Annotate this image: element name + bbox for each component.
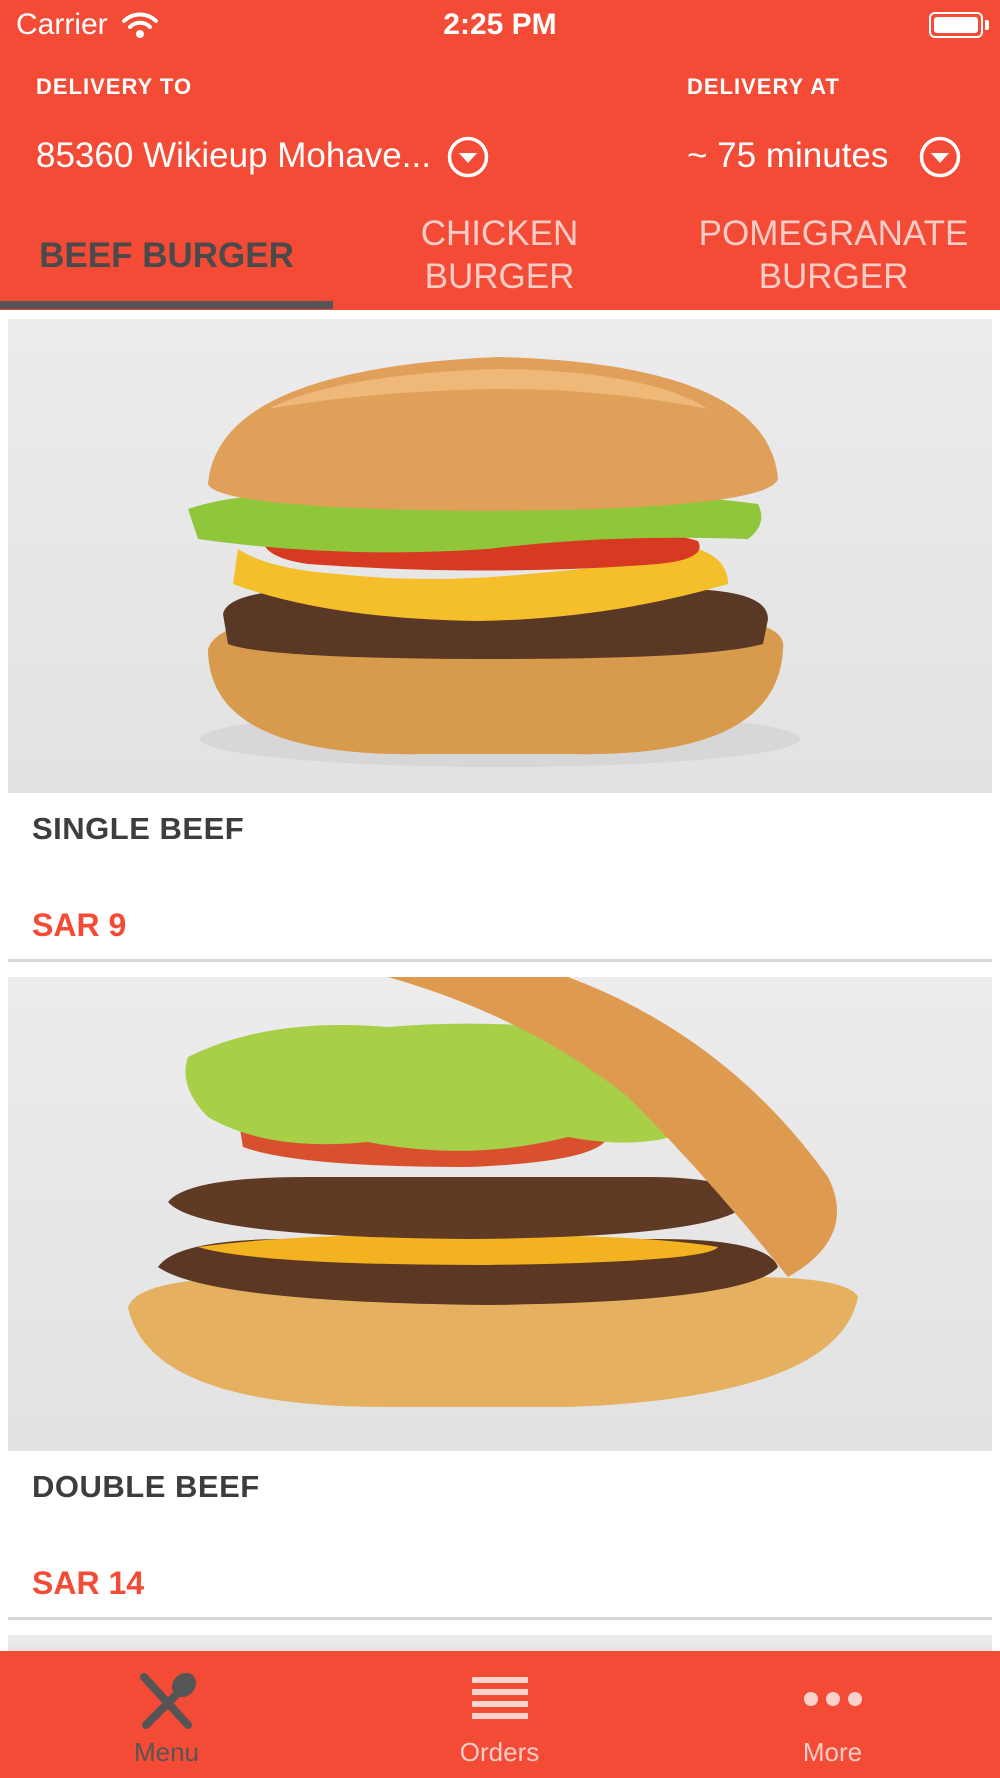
menu-item-price: SAR 9 <box>32 907 127 943</box>
delivery-at-label: DELIVERY AT <box>687 74 840 99</box>
tab-beef-burger[interactable]: BEEF BURGER <box>0 205 333 305</box>
status-time: 2:25 PM <box>443 8 557 41</box>
tabbar-item-orders[interactable]: Orders <box>333 1651 666 1778</box>
item-divider <box>8 1617 992 1620</box>
battery-icon <box>929 12 983 38</box>
tabbar-label-more: More <box>802 1737 863 1767</box>
double-beef-image <box>8 977 992 1451</box>
delivery-time[interactable]: ~ 75 minutes <box>687 136 888 176</box>
more-dots-icon <box>804 1692 862 1706</box>
fork-spoon-icon <box>140 1672 197 1729</box>
menu-item-title: DOUBLE BEEF <box>32 1469 260 1504</box>
menu-item-title: SINGLE BEEF <box>32 811 245 846</box>
address-dropdown-icon[interactable] <box>446 135 490 179</box>
tabbar-label-orders: Orders <box>459 1737 540 1767</box>
active-tab-indicator <box>0 301 333 309</box>
list-icon <box>472 1677 528 1719</box>
time-dropdown-icon[interactable] <box>918 135 962 179</box>
battery-cap <box>985 20 989 30</box>
app-screen: Carrier 2:25 PM DELIVERY TO 85360 Wikieu… <box>0 0 1000 1778</box>
menu-item-double-beef[interactable]: DOUBLE BEEF SAR 14 <box>8 977 992 1637</box>
bottom-tab-bar: Menu Orders More <box>0 1651 1000 1778</box>
single-beef-image <box>8 319 992 793</box>
header: Carrier 2:25 PM DELIVERY TO 85360 Wikieu… <box>0 0 1000 310</box>
category-tabs: BEEF BURGER CHICKEN BURGER POMEGRANATE B… <box>0 205 1000 310</box>
tab-chicken-burger[interactable]: CHICKEN BURGER <box>333 205 666 305</box>
item-divider <box>8 959 992 962</box>
tabbar-item-menu[interactable]: Menu <box>0 1651 333 1778</box>
status-bar: Carrier 2:25 PM <box>0 0 1000 52</box>
tabbar-item-more[interactable]: More <box>666 1651 999 1778</box>
delivery-address[interactable]: 85360 Wikieup Mohave... <box>36 136 431 176</box>
tab-pomegranate-burger[interactable]: POMEGRANATE BURGER <box>667 205 1000 305</box>
menu-item-price: SAR 14 <box>32 1565 145 1601</box>
delivery-to-label: DELIVERY TO <box>36 74 193 99</box>
menu-item-single-beef[interactable]: SINGLE BEEF SAR 9 <box>8 319 992 979</box>
tabbar-label-menu: Menu <box>133 1737 200 1767</box>
